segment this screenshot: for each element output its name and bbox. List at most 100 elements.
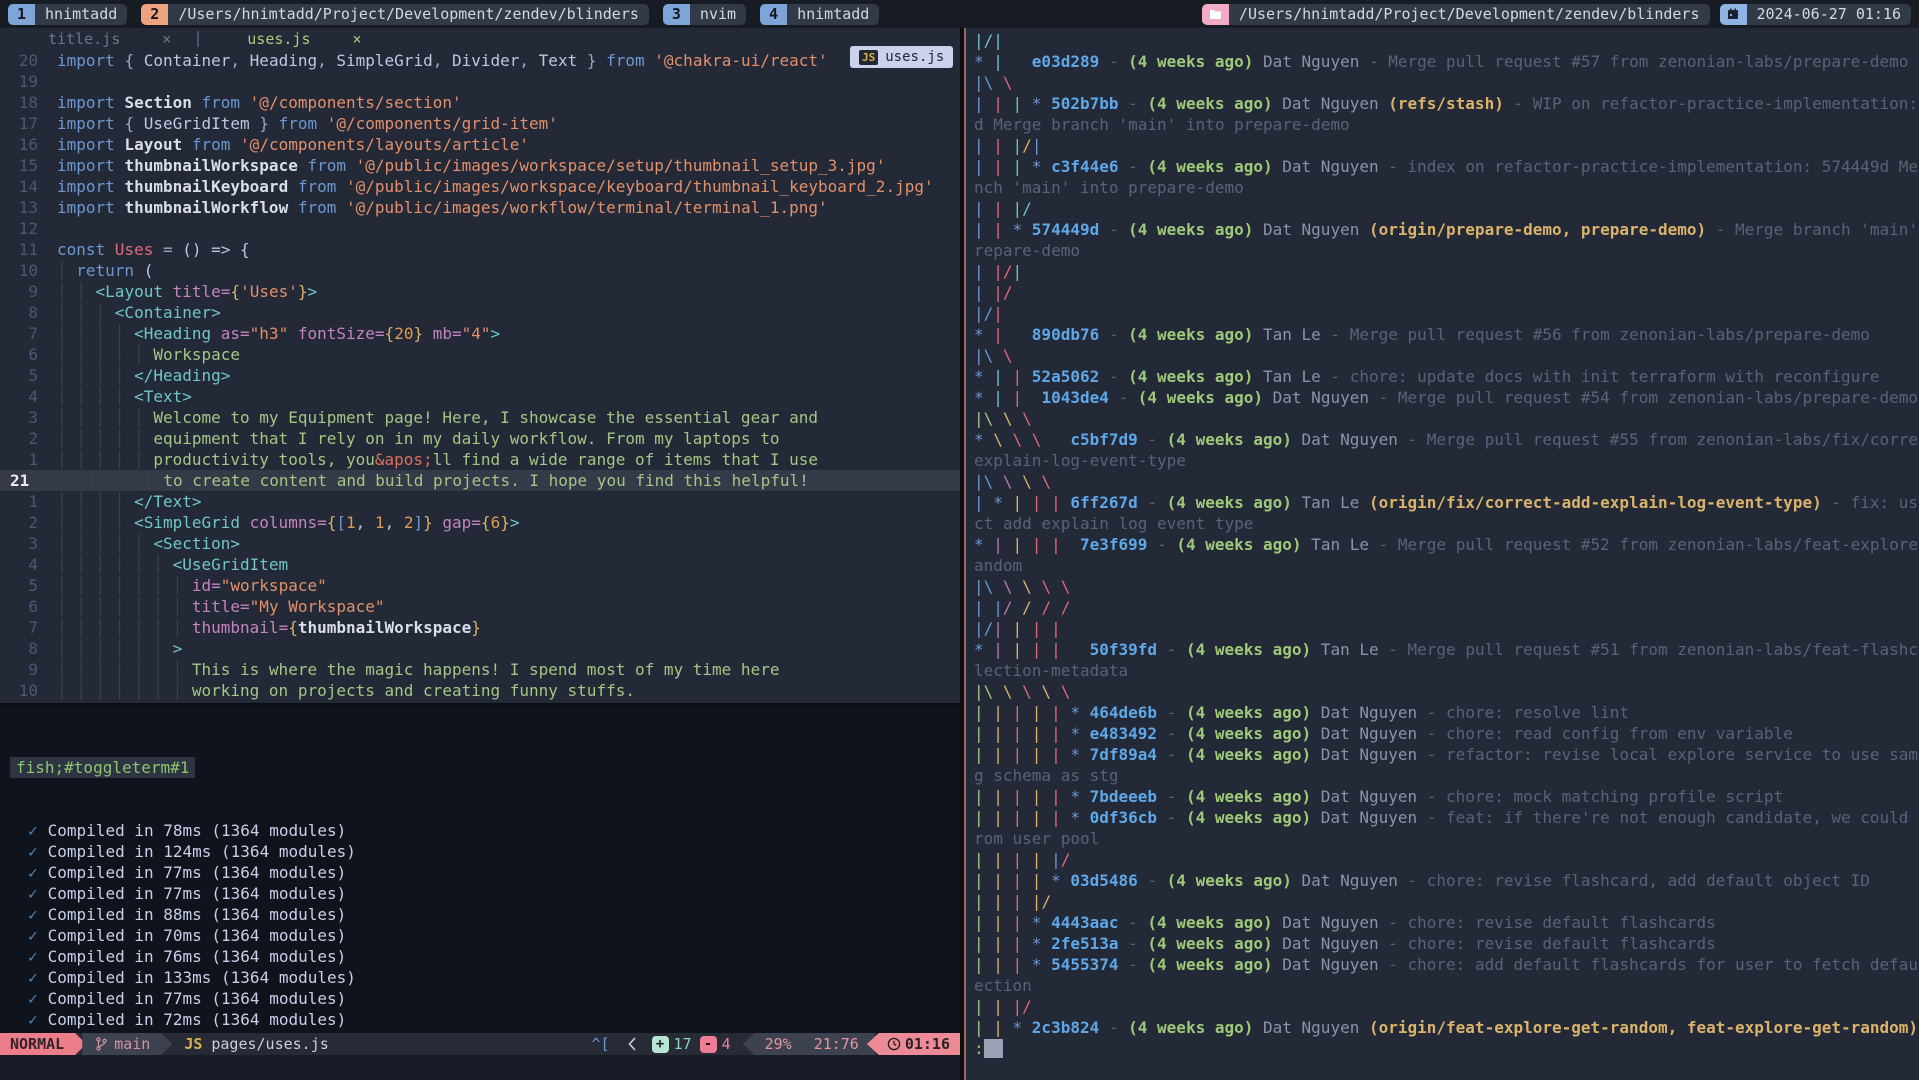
git-log-row: | |/ bbox=[974, 282, 1919, 303]
text-segment: | bbox=[993, 787, 1012, 806]
toggleterm-pane[interactable]: fish;#toggleterm#1 ✓Compiled in 78ms (13… bbox=[0, 705, 960, 1043]
text-segment: | bbox=[1032, 136, 1042, 155]
text-segment: - bbox=[1099, 52, 1128, 71]
text-segment: Dat Nguyen bbox=[1263, 388, 1369, 407]
tmux-window[interactable]: 1hnimtadd bbox=[8, 4, 127, 25]
tmux-window-number: 3 bbox=[663, 4, 690, 25]
tmux-window[interactable]: 4hnimtadd bbox=[760, 4, 879, 25]
text-segment: feat: if there're not enough candidate, … bbox=[1446, 808, 1919, 827]
text-segment: | bbox=[993, 199, 1012, 218]
text-segment: | bbox=[1013, 871, 1032, 890]
code-line: 1│ │ │ │ </Text> bbox=[0, 491, 960, 512]
text-segment: Tan Le bbox=[1302, 535, 1369, 554]
indent-guide: │ bbox=[76, 429, 95, 448]
indent-guide: │ bbox=[67, 471, 86, 490]
text-segment: Dat Nguyen bbox=[1311, 745, 1417, 764]
js-icon: JS bbox=[859, 50, 878, 65]
text-segment: | bbox=[974, 262, 993, 281]
check-icon: ✓ bbox=[28, 821, 48, 840]
indent-guide: │ bbox=[144, 471, 163, 490]
indent-guide: │ bbox=[134, 534, 153, 553]
line-number: 4 bbox=[0, 386, 38, 407]
indent-guide: │ bbox=[96, 366, 115, 385]
git-log-row: | | | | * 03d5486 - (4 weeks ago) Dat Ng… bbox=[974, 870, 1919, 891]
text-segment: |/ bbox=[993, 283, 1012, 302]
indent-guide: │ bbox=[153, 681, 172, 700]
close-icon[interactable]: × bbox=[311, 30, 388, 48]
text-segment: \ bbox=[1013, 577, 1032, 596]
buffer-tab-title.js[interactable]: title.js× bbox=[0, 30, 197, 48]
code-text bbox=[38, 71, 57, 92]
line-number: 20 bbox=[0, 50, 38, 71]
indent-guide: │ bbox=[76, 576, 95, 595]
text-segment: | bbox=[1051, 640, 1090, 659]
line-number: 5 bbox=[0, 365, 38, 386]
git-log-row: | | | | | * e483492 - (4 weeks ago) Dat … bbox=[974, 723, 1919, 744]
indent-guide: │ bbox=[57, 387, 76, 406]
text-segment: from bbox=[202, 93, 250, 112]
indent-guide: │ bbox=[115, 450, 134, 469]
text-segment: </Heading> bbox=[134, 366, 230, 385]
text-segment: \ bbox=[1013, 409, 1032, 428]
text-segment: | bbox=[993, 304, 1003, 323]
code-line: 6│ │ │ │ │ Workspace bbox=[0, 344, 960, 365]
tmux-window[interactable]: 3nvim bbox=[663, 4, 746, 25]
text-segment: | bbox=[1032, 703, 1051, 722]
line-number: 16 bbox=[0, 134, 38, 155]
indent-guide: │ bbox=[57, 324, 76, 343]
text-segment: ll find a wide range of items that I use bbox=[433, 450, 818, 469]
text-segment: | bbox=[974, 1018, 993, 1037]
keymap-indicator: ^[ bbox=[591, 1033, 609, 1055]
code-area[interactable]: 20import { Container, Heading, SimpleGri… bbox=[0, 50, 960, 703]
tmux-window[interactable]: 2/Users/hnimtadd/Project/Development/zen… bbox=[141, 4, 649, 25]
git-log-pane[interactable]: |/|* | e03d289 - (4 weeks ago) Dat Nguye… bbox=[966, 28, 1919, 1080]
check-icon: ✓ bbox=[28, 842, 48, 861]
text-segment: 52a5062 bbox=[1032, 367, 1099, 386]
text-segment: Dat Nguyen bbox=[1292, 430, 1398, 449]
text-segment: | bbox=[993, 955, 1012, 974]
text-segment: * bbox=[1013, 220, 1032, 239]
git-log-row: | | * 574449d - (4 weeks ago) Dat Nguyen… bbox=[974, 219, 1919, 240]
text-segment: { bbox=[327, 513, 337, 532]
text-segment: | bbox=[993, 808, 1012, 827]
code-line: 13import thumbnailWorkflow from '@/publi… bbox=[0, 197, 960, 218]
git-log-row: |/| | | | bbox=[974, 618, 1919, 639]
code-line: 4│ │ │ │ <Text> bbox=[0, 386, 960, 407]
text-segment: (4 weeks ago) bbox=[1147, 934, 1272, 953]
indent-guide: │ bbox=[57, 261, 76, 280]
text-segment: 0df36cb bbox=[1090, 808, 1157, 827]
text-segment: | bbox=[1013, 934, 1032, 953]
text-segment: - bbox=[1398, 430, 1427, 449]
buffer-tab-uses.js[interactable]: uses.js× bbox=[199, 30, 387, 48]
text-segment: \ bbox=[1051, 577, 1070, 596]
line-number: 5 bbox=[0, 575, 38, 596]
editor-pane[interactable]: title.js×uses.js× JS uses.js 20import { … bbox=[0, 28, 960, 1080]
text-segment: Dat Nguyen bbox=[1273, 955, 1379, 974]
text-segment: \ bbox=[1032, 430, 1071, 449]
text-segment: - bbox=[1157, 724, 1186, 743]
git-log-row: | | | |/ bbox=[974, 891, 1919, 912]
indent-guide: │ bbox=[115, 660, 134, 679]
text-segment: * bbox=[1013, 1018, 1032, 1037]
git-log-row: | | | * 502b7bb - (4 weeks ago) Dat Nguy… bbox=[974, 93, 1919, 114]
text-segment: | bbox=[1051, 808, 1070, 827]
git-log-row: nch 'main' into prepare-demo bbox=[974, 177, 1919, 198]
text-segment: c5bf7d9 bbox=[1070, 430, 1137, 449]
text-segment: index on refactor-practice-implementatio… bbox=[1408, 157, 1919, 176]
text-segment: Tan Le bbox=[1253, 325, 1320, 344]
text-segment: 50f39fd bbox=[1090, 640, 1157, 659]
text-segment: (4 weeks ago) bbox=[1167, 493, 1292, 512]
text-segment: fix: use corre bbox=[1851, 493, 1919, 512]
text-segment: | bbox=[1051, 850, 1061, 869]
text-segment: } bbox=[250, 114, 279, 133]
text-segment: chore: update docs with init terraform w… bbox=[1350, 367, 1880, 386]
text-segment: - bbox=[1504, 94, 1533, 113]
code-text: import thumbnailKeyboard from '@/public/… bbox=[38, 176, 934, 197]
indent-guide: │ bbox=[76, 324, 95, 343]
code-line: 12 bbox=[0, 218, 960, 239]
text-segment: ( bbox=[144, 261, 154, 280]
text-segment: - bbox=[1706, 220, 1735, 239]
code-text: │ │ │ │ <Text> bbox=[38, 386, 192, 407]
close-icon[interactable]: × bbox=[120, 30, 197, 48]
text-segment: (4 weeks ago) bbox=[1186, 787, 1311, 806]
